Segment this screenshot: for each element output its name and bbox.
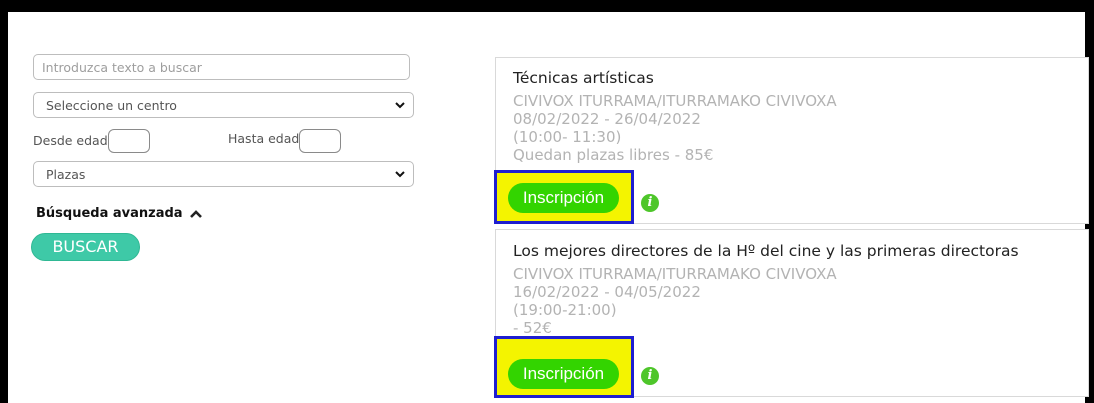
advanced-search-label: Búsqueda avanzada xyxy=(36,206,183,221)
age-from-input[interactable] xyxy=(108,129,150,153)
course-time: (19:00-21:00) xyxy=(513,301,617,319)
advanced-search-toggle[interactable]: Búsqueda avanzada xyxy=(36,206,203,221)
inscription-button[interactable]: Inscripción xyxy=(508,183,619,213)
course-title: Los mejores directores de la Hº del cine… xyxy=(513,242,1019,260)
window-frame-top xyxy=(0,0,1094,12)
course-center: CIVIVOX ITURRAMA/ITURRAMAKO CIVIVOXA xyxy=(513,265,837,283)
age-to-label: Hasta edad xyxy=(228,131,300,146)
course-availability: Quedan plazas libres - 85€ xyxy=(513,146,714,164)
course-time: (10:00- 11:30) xyxy=(513,128,622,146)
highlight-box: Inscripción xyxy=(494,170,634,224)
course-title: Técnicas artísticas xyxy=(513,69,654,87)
course-center: CIVIVOX ITURRAMA/ITURRAMAKO CIVIVOXA xyxy=(513,92,837,110)
center-select-value: Seleccione un centro xyxy=(46,98,177,113)
info-icon[interactable]: i xyxy=(641,367,659,385)
window-frame-left xyxy=(0,0,8,403)
highlight-box: Inscripción xyxy=(494,336,634,398)
plazas-select[interactable]: Plazas xyxy=(33,161,414,187)
center-select[interactable]: Seleccione un centro xyxy=(33,92,414,118)
course-dates: 08/02/2022 - 26/04/2022 xyxy=(513,110,701,128)
search-input[interactable] xyxy=(33,54,410,80)
age-to-input[interactable] xyxy=(299,129,341,153)
info-icon[interactable]: i xyxy=(641,194,659,212)
course-card: Los mejores directores de la Hº del cine… xyxy=(494,229,1089,398)
inscription-button[interactable]: Inscripción xyxy=(508,359,619,389)
plazas-select-value: Plazas xyxy=(46,167,86,182)
chevron-down-icon xyxy=(395,102,405,109)
chevron-up-icon xyxy=(189,209,202,218)
chevron-down-icon xyxy=(395,171,405,178)
course-dates: 16/02/2022 - 04/05/2022 xyxy=(513,283,701,301)
search-button[interactable]: BUSCAR xyxy=(31,233,140,261)
course-card: Técnicas artísticas CIVIVOX ITURRAMA/ITU… xyxy=(494,57,1089,224)
course-availability: - 52€ xyxy=(513,319,552,337)
age-from-label: Desde edad xyxy=(33,133,108,148)
